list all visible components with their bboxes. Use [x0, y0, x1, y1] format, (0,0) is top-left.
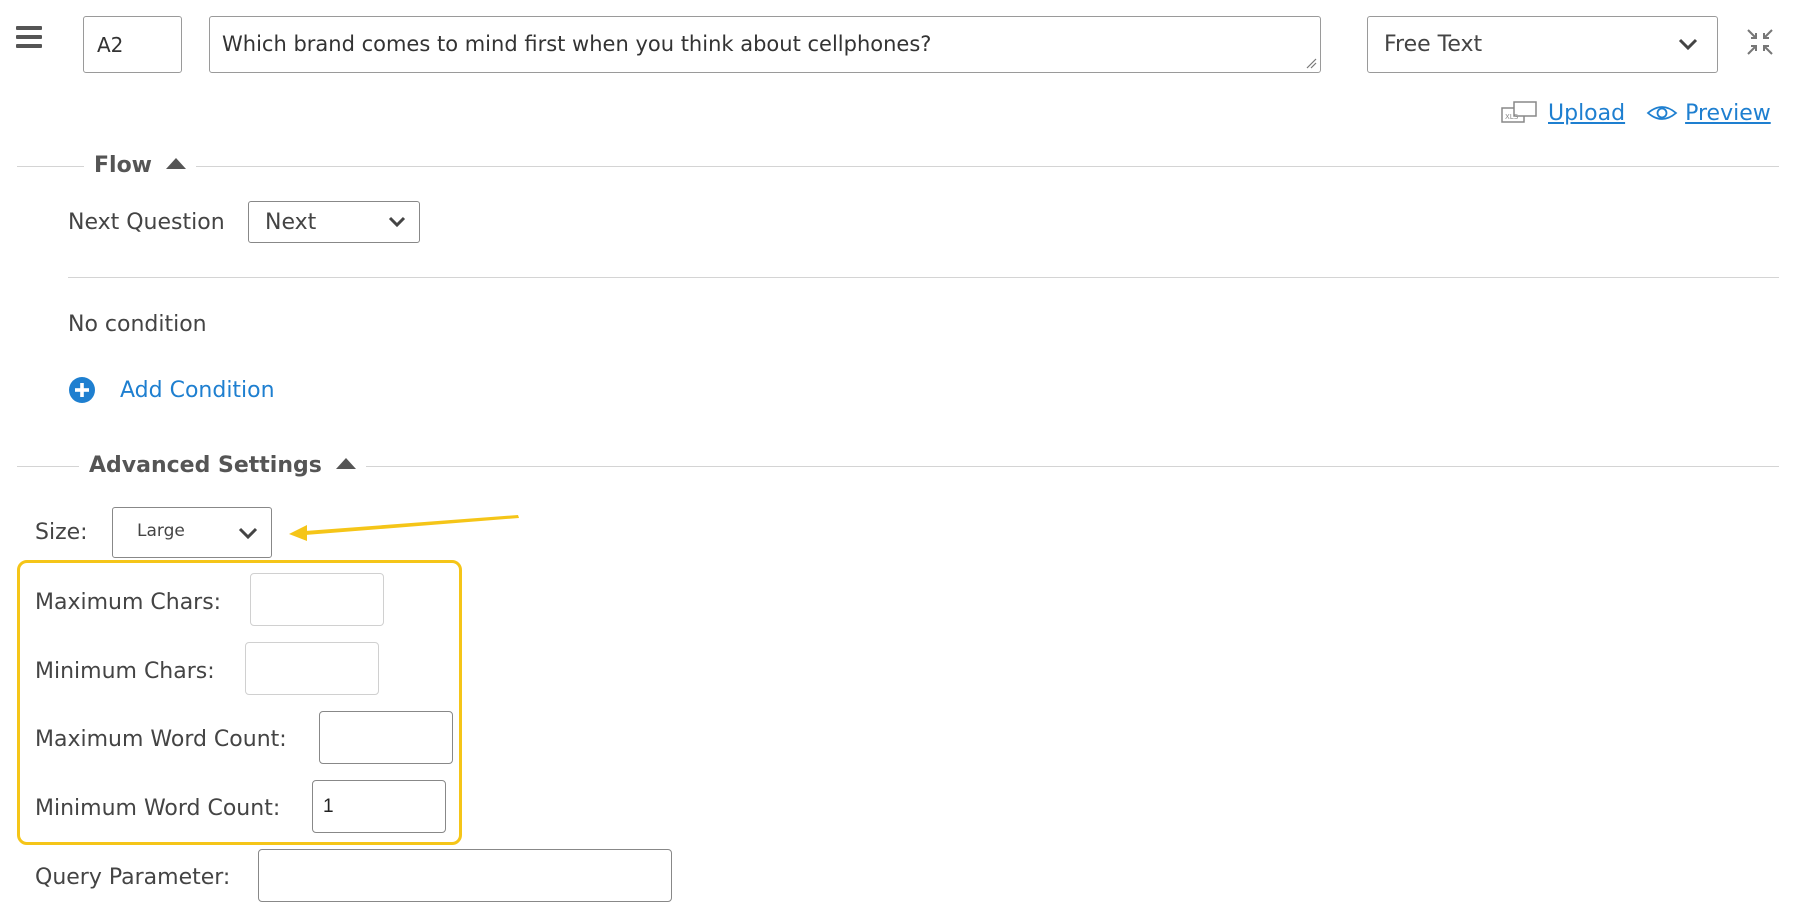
plus-circle-icon [69, 377, 95, 403]
upload-icon: XLS [1501, 101, 1537, 123]
annotation-arrow [289, 515, 519, 541]
flow-inner-divider [68, 277, 1779, 278]
next-question-select[interactable]: Next [248, 201, 420, 243]
size-label: Size: [35, 520, 88, 545]
chevron-down-icon [238, 527, 258, 540]
size-select[interactable]: Large [112, 507, 272, 558]
max-chars-label: Maximum Chars: [35, 590, 222, 615]
chevron-down-icon [1678, 38, 1698, 51]
caret-up-icon [335, 458, 356, 469]
upload-link[interactable]: Upload [1548, 101, 1625, 126]
collapse-icon[interactable] [1744, 26, 1776, 58]
caret-up-icon [166, 158, 187, 169]
question-type-value: Free Text [1384, 32, 1483, 57]
min-chars-input[interactable] [245, 642, 379, 695]
question-text-input[interactable]: Which brand comes to mind first when you… [209, 16, 1321, 73]
min-word-count-label: Minimum Word Count: [35, 796, 281, 821]
svg-text:XLS: XLS [1505, 113, 1519, 121]
add-condition-button[interactable]: Add Condition [68, 376, 275, 404]
size-value: Large [137, 521, 185, 541]
flow-section-header[interactable]: Flow [84, 153, 197, 178]
question-id-value: A2 [97, 33, 124, 57]
max-word-count-input[interactable] [319, 711, 453, 764]
hamburger-menu-icon[interactable] [16, 26, 42, 48]
next-question-label: Next Question [68, 210, 225, 235]
chevron-down-icon [388, 216, 406, 228]
advanced-section-header[interactable]: Advanced Settings [79, 453, 366, 478]
resize-grip-icon[interactable] [1305, 57, 1317, 69]
max-chars-input[interactable] [250, 573, 384, 626]
eye-icon [1646, 106, 1678, 120]
add-condition-label: Add Condition [120, 377, 275, 403]
preview-link[interactable]: Preview [1685, 101, 1771, 126]
question-id-input[interactable]: A2 [83, 16, 182, 73]
min-chars-label: Minimum Chars: [35, 659, 215, 684]
flow-divider [17, 166, 1779, 167]
question-type-select[interactable]: Free Text [1367, 16, 1718, 73]
min-word-count-input[interactable] [312, 780, 446, 833]
no-condition-text: No condition [68, 312, 207, 337]
query-parameter-input[interactable] [258, 849, 672, 902]
flow-title: Flow [94, 153, 153, 178]
question-text-value: Which brand comes to mind first when you… [222, 32, 932, 56]
next-question-value: Next [265, 210, 317, 235]
max-word-count-label: Maximum Word Count: [35, 727, 287, 752]
advanced-title: Advanced Settings [89, 453, 322, 478]
query-parameter-label: Query Parameter: [35, 865, 231, 890]
